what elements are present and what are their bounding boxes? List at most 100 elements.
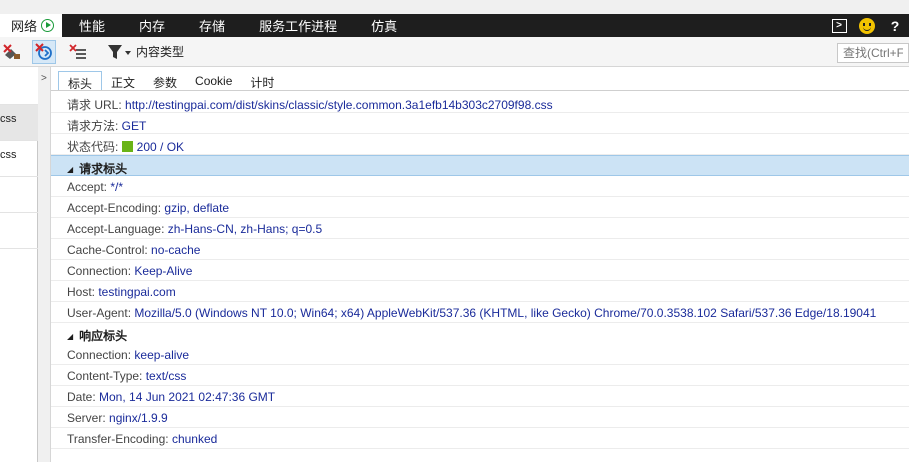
- header-key: Accept:: [67, 180, 111, 194]
- tab-network[interactable]: 网络: [0, 14, 63, 37]
- tab-storage[interactable]: 存储: [182, 14, 242, 37]
- header-value: no-cache: [151, 243, 201, 257]
- field-value: http://testingpai.com/dist/skins/classic…: [125, 98, 553, 112]
- header-value: keep-alive: [134, 348, 190, 362]
- tab-headers[interactable]: 标头: [58, 71, 103, 91]
- help-button[interactable]: ?: [881, 14, 909, 37]
- collapse-triangle-icon: ◢: [67, 165, 74, 174]
- header-row: Date: Mon, 14 Jun 2021 02:47:36 GMT: [51, 386, 909, 407]
- header-value: nginx/1.9.9: [109, 411, 168, 425]
- smile-icon: [859, 17, 875, 34]
- feedback-button[interactable]: [853, 14, 881, 37]
- header-row: User-Agent: Mozilla/5.0 (Windows NT 10.0…: [51, 302, 909, 323]
- request-headers-section[interactable]: ◢ 请求标头: [51, 155, 909, 176]
- header-key: Accept-Encoding:: [67, 201, 165, 215]
- clear-session-button[interactable]: [0, 40, 24, 64]
- tab-network-label: 网络: [11, 19, 38, 34]
- content-type-filter-label: 内容类型: [136, 45, 185, 59]
- list-item[interactable]: css: [0, 141, 38, 177]
- header-value: Mozilla/5.0 (Windows NT 10.0; Win64; x64…: [134, 306, 877, 320]
- header-key: Host:: [67, 285, 99, 299]
- field-key: 状态代码:: [67, 140, 122, 154]
- tab-bar-right: > ?: [825, 14, 909, 37]
- tab-timings[interactable]: 计时: [241, 71, 283, 91]
- request-detail-panel: 标头 正文 参数 Cookie 计时 请求 URL: http://testin…: [51, 67, 909, 462]
- tab-parameters[interactable]: 参数: [144, 71, 186, 91]
- request-name: css: [0, 113, 17, 125]
- header-row: Transfer-Encoding: chunked: [51, 428, 909, 449]
- console-icon: >: [831, 18, 847, 33]
- search-input[interactable]: [837, 43, 909, 63]
- header-key: Date:: [67, 390, 100, 404]
- clear-session-icon: [3, 44, 20, 59]
- request-list: css css: [0, 67, 38, 462]
- tab-body[interactable]: 正文: [102, 71, 144, 91]
- tab-memory[interactable]: 内存: [122, 14, 182, 37]
- field-key: 请求方法:: [67, 119, 122, 133]
- header-key: Server:: [67, 411, 110, 425]
- collapse-triangle-icon: ◢: [67, 332, 74, 341]
- header-key: Cache-Control:: [67, 243, 152, 257]
- record-play-icon[interactable]: [41, 19, 55, 32]
- list-header-spacer: [0, 67, 38, 105]
- header-key: Transfer-Encoding:: [67, 432, 172, 446]
- tab-service-workers[interactable]: 服务工作进程: [242, 14, 354, 37]
- header-row: Content-Type: text/css: [51, 365, 909, 386]
- section-title: 请求标头: [79, 162, 128, 176]
- header-key: Connection:: [67, 348, 135, 362]
- header-value: Mon, 14 Jun 2021 02:47:36 GMT: [99, 390, 276, 404]
- pane-splitter[interactable]: >: [38, 67, 51, 462]
- clear-entries-button[interactable]: [66, 40, 90, 64]
- request-name: css: [0, 149, 17, 161]
- help-icon: ?: [890, 17, 900, 34]
- header-key: Accept-Language:: [67, 222, 168, 236]
- tab-performance-label: 性能: [79, 19, 106, 34]
- tab-performance[interactable]: 性能: [62, 14, 122, 37]
- network-toolbar: 内容类型: [0, 37, 909, 67]
- field-value: 200 / OK: [136, 140, 185, 154]
- tab-divider: [51, 90, 909, 91]
- header-value: testingpai.com: [98, 285, 176, 299]
- collapse-chevron-icon[interactable]: >: [41, 73, 47, 84]
- header-key: User-Agent:: [67, 306, 135, 320]
- always-refresh-button[interactable]: [32, 40, 56, 64]
- list-item[interactable]: css: [0, 105, 38, 141]
- refresh-from-server-icon: [35, 43, 52, 60]
- header-row: Connection: Keep-Alive: [51, 260, 909, 281]
- tab-memory-label: 内存: [139, 19, 166, 34]
- tab-cookies[interactable]: Cookie: [186, 71, 241, 91]
- header-row: Accept: */*: [51, 176, 909, 197]
- request-url-row: 请求 URL: http://testingpai.com/dist/skins…: [51, 92, 909, 113]
- response-headers-section[interactable]: ◢ 响应标头: [51, 323, 909, 344]
- header-value: text/css: [145, 369, 187, 383]
- window-top-strip: [0, 0, 909, 14]
- header-row: Host: testingpai.com: [51, 281, 909, 302]
- header-value: chunked: [171, 432, 218, 446]
- devtools-tab-bar: 网络 性能 内存 存储 服务工作进程 仿真 > ?: [0, 14, 909, 37]
- tab-service-workers-label: 服务工作进程: [259, 19, 338, 34]
- tab-emulation[interactable]: 仿真: [354, 14, 414, 37]
- request-method-row: 请求方法: GET: [51, 113, 909, 134]
- status-code-row: 状态代码: 200 / OK: [51, 134, 909, 155]
- section-title: 响应标头: [79, 329, 128, 343]
- field-value: GET: [121, 119, 147, 133]
- header-row: Accept-Language: zh-Hans-CN, zh-Hans; q=…: [51, 218, 909, 239]
- header-value: */*: [110, 180, 124, 194]
- header-value: gzip, deflate: [164, 201, 230, 215]
- tab-storage-label: 存储: [199, 19, 226, 34]
- header-key: Connection:: [67, 264, 135, 278]
- header-row: Connection: keep-alive: [51, 344, 909, 365]
- tab-emulation-label: 仿真: [371, 19, 398, 34]
- header-value: zh-Hans-CN, zh-Hans; q=0.5: [167, 222, 323, 236]
- header-row: Server: nginx/1.9.9: [51, 407, 909, 428]
- list-item[interactable]: [0, 177, 38, 213]
- console-button[interactable]: >: [825, 14, 853, 37]
- status-ok-icon: [121, 141, 133, 152]
- clear-list-icon: [69, 44, 86, 59]
- header-value: Keep-Alive: [134, 264, 193, 278]
- list-item[interactable]: [0, 213, 38, 249]
- content-type-filter-button[interactable]: [107, 43, 133, 61]
- header-row: Cache-Control: no-cache: [51, 239, 909, 260]
- field-key: 请求 URL:: [67, 98, 126, 112]
- filter-funnel-icon: [108, 45, 131, 59]
